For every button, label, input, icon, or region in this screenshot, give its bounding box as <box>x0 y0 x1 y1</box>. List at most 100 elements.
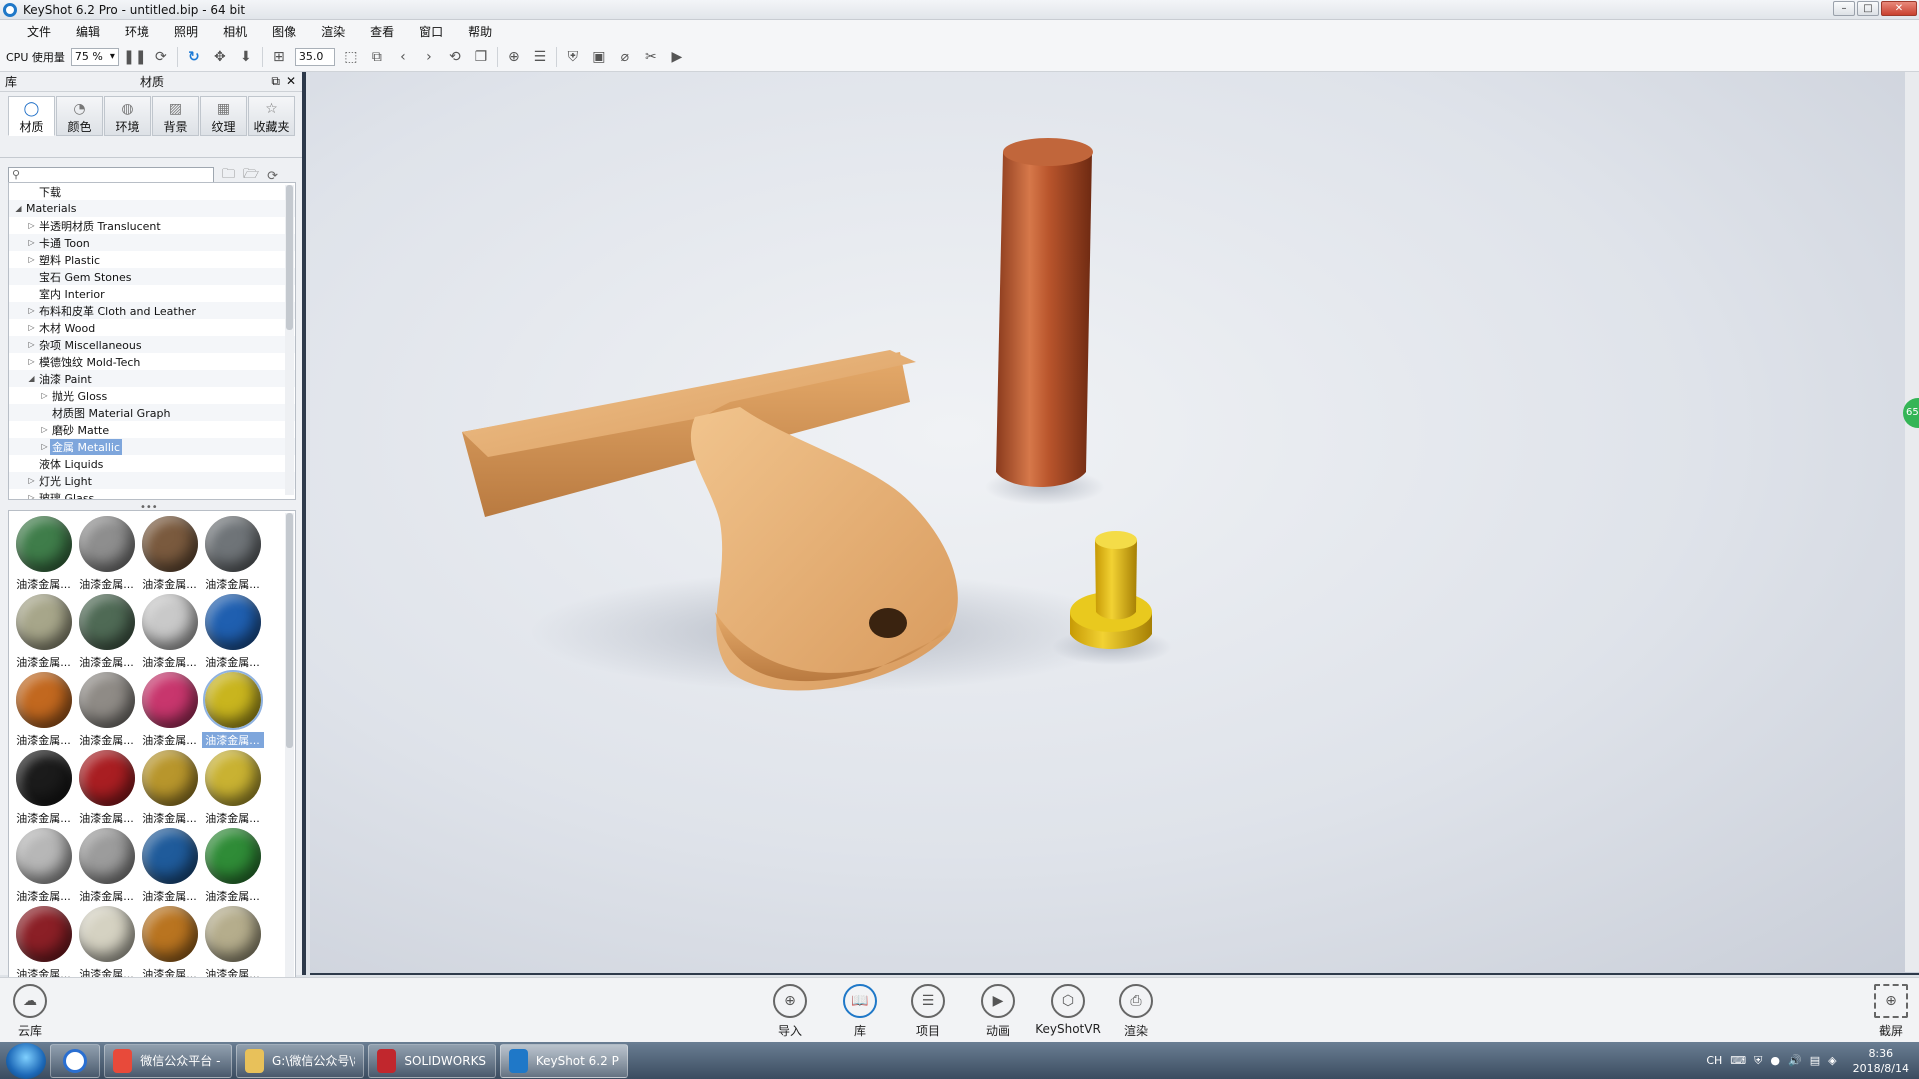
taskbar-app[interactable]: 微信公众平台 - 3... <box>104 1043 232 1078</box>
update-icon[interactable]: ◈ <box>1828 1054 1836 1067</box>
material-thumbnail[interactable]: 油漆金属... <box>138 748 201 826</box>
material-thumbnail[interactable]: 油漆金属... <box>12 904 75 982</box>
camera-next-icon[interactable]: › <box>419 47 439 67</box>
tree-item[interactable]: ▷ 杂项 Miscellaneous <box>9 336 295 353</box>
tree-item[interactable]: ▷ 半透明材质 Translucent <box>9 217 295 234</box>
expand-arrow-icon[interactable]: ▷ <box>26 306 37 315</box>
tab-backgrounds[interactable]: ▨ 背景 <box>152 96 199 136</box>
material-thumbnail[interactable]: 油漆金属... <box>138 592 201 670</box>
render-button[interactable]: ⎙ 渲染 <box>1106 984 1166 1039</box>
material-thumbnail[interactable]: 油漆金属... <box>12 670 75 748</box>
tree-item[interactable]: ▷ 玻璃 Glass <box>9 489 295 500</box>
fit-icon[interactable]: ✥ <box>210 47 230 67</box>
material-thumbnail[interactable]: 油漆金属... <box>75 904 138 982</box>
material-thumbnail[interactable]: 油漆金属... <box>12 748 75 826</box>
material-thumbnail[interactable]: 油漆金属... <box>75 748 138 826</box>
material-thumbnail[interactable]: 油漆金属... <box>201 514 264 592</box>
cpu-usage-select[interactable]: 75 % <box>70 47 119 66</box>
material-thumbnail[interactable]: 油漆金属... <box>12 592 75 670</box>
thumbnail-scrollbar[interactable] <box>285 513 294 1007</box>
material-thumbnail[interactable]: 油漆金属... <box>75 826 138 904</box>
material-thumbnail[interactable]: 油漆金属... <box>201 748 264 826</box>
screenshot-button[interactable]: ⊕ 截屏 <box>1866 984 1916 1039</box>
expand-arrow-icon[interactable]: ▷ <box>26 357 37 366</box>
render-viewport[interactable]: 65 <box>310 72 1919 975</box>
taskbar-pinned-app[interactable] <box>50 1043 100 1078</box>
taskbar-app[interactable]: G:\微信公众号\8-... <box>236 1043 364 1078</box>
tree-item[interactable]: ▷ 布料和皮革 Cloth and Leather <box>9 302 295 319</box>
menu-environment[interactable]: 环境 <box>112 23 161 40</box>
tree-item[interactable]: ◢ 油漆 Paint <box>9 370 295 387</box>
material-thumbnail[interactable]: 油漆金属... <box>12 826 75 904</box>
menu-window[interactable]: 窗口 <box>406 23 455 40</box>
minimize-button[interactable]: – <box>1833 1 1855 16</box>
drop-to-floor-icon[interactable]: ⬇ <box>236 47 256 67</box>
qq-icon[interactable]: ● <box>1770 1054 1780 1067</box>
tree-item[interactable]: ◢ Materials <box>9 200 295 217</box>
material-thumbnail[interactable]: 油漆金属... <box>12 514 75 592</box>
panel-close-icon[interactable]: ✕ <box>286 74 296 89</box>
tree-item[interactable]: 液体 Liquids <box>9 455 295 472</box>
expand-arrow-icon[interactable]: ▷ <box>26 323 37 332</box>
material-thumbnail[interactable]: 油漆金属... <box>138 670 201 748</box>
expand-arrow-icon[interactable]: ▷ <box>26 221 37 230</box>
expand-arrow-icon[interactable]: ▷ <box>39 391 50 400</box>
cloud-library-button[interactable]: ☁ 云库 <box>0 984 60 1039</box>
add-camera-icon[interactable]: ⊕ <box>504 47 524 67</box>
undock-icon[interactable]: ⧉ <box>271 74 280 89</box>
geometry-view-icon[interactable]: ⌀ <box>615 47 635 67</box>
tree-item[interactable]: ▷ 灯光 Light <box>9 472 295 489</box>
expand-arrow-icon[interactable]: ▷ <box>26 255 37 264</box>
material-thumbnail[interactable]: 油漆金属... <box>201 592 264 670</box>
material-thumbnail[interactable]: 油漆金属... <box>75 670 138 748</box>
tab-textures[interactable]: ▦ 纹理 <box>200 96 247 136</box>
tab-favorites[interactable]: ☆ 收藏夹 <box>248 96 295 136</box>
menu-image[interactable]: 图像 <box>259 23 308 40</box>
tree-item[interactable]: ▷ 金属 Metallic <box>9 438 295 455</box>
tree-scroll-thumb[interactable] <box>286 185 293 330</box>
tree-item[interactable]: 下载 <box>9 183 295 200</box>
refresh-lock-icon[interactable]: ⟳ <box>151 47 171 67</box>
shield-icon[interactable]: ⛨ <box>563 47 583 67</box>
import-button[interactable]: ⊕ 导入 <box>760 984 820 1039</box>
menu-file[interactable]: 文件 <box>14 23 63 40</box>
project-button[interactable]: ☰ 项目 <box>898 984 958 1039</box>
animation-button[interactable]: ▶ 动画 <box>968 984 1028 1039</box>
tree-item[interactable]: 宝石 Gem Stones <box>9 268 295 285</box>
keyshotvr-button[interactable]: ⬡ KeyShotVR <box>1035 984 1101 1036</box>
menu-help[interactable]: 帮助 <box>455 23 504 40</box>
material-thumbnail[interactable]: 油漆金属... <box>75 592 138 670</box>
menu-camera[interactable]: 相机 <box>210 23 259 40</box>
tree-item[interactable]: 材质图 Material Graph <box>9 404 295 421</box>
tree-scrollbar[interactable] <box>285 185 294 495</box>
tree-item[interactable]: ▷ 模德蚀纹 Mold-Tech <box>9 353 295 370</box>
menu-lighting[interactable]: 照明 <box>161 23 210 40</box>
reset-icon[interactable]: ↻ <box>184 47 204 67</box>
material-thumbnail[interactable]: 油漆金属... <box>201 826 264 904</box>
tab-materials[interactable]: ◯ 材质 <box>8 96 55 136</box>
menu-render[interactable]: 渲染 <box>308 23 357 40</box>
rotate-icon[interactable]: ⟲ <box>445 47 465 67</box>
camera-prev-icon[interactable]: ‹ <box>393 47 413 67</box>
network-icon[interactable]: ▤ <box>1810 1054 1820 1067</box>
zoom-region-icon[interactable]: ⧉ <box>367 47 387 67</box>
pause-icon[interactable]: ❚❚ <box>123 47 146 67</box>
tab-environments[interactable]: ◍ 环境 <box>104 96 151 136</box>
taskbar-app[interactable]: KeyShot 6.2 Pro... <box>500 1043 628 1078</box>
clock[interactable]: 8:36 2018/8/14 <box>1853 1046 1909 1076</box>
material-thumbnail[interactable]: 油漆金属... <box>138 514 201 592</box>
tree-item[interactable]: ▷ 磨砂 Matte <box>9 421 295 438</box>
material-thumbnail[interactable]: 油漆金属... <box>138 826 201 904</box>
tree-item[interactable]: ▷ 抛光 Gloss <box>9 387 295 404</box>
material-thumbnail[interactable]: 油漆金属... <box>75 514 138 592</box>
expand-arrow-icon[interactable]: ▷ <box>26 476 37 485</box>
expand-arrow-icon[interactable]: ▷ <box>26 238 37 247</box>
expand-arrow-icon[interactable]: ▷ <box>39 442 50 451</box>
material-thumbnail[interactable]: 油漆金属... <box>201 670 264 748</box>
tree-item[interactable]: ▷ 卡通 Toon <box>9 234 295 251</box>
viewport-scrollbar[interactable] <box>1905 72 1919 972</box>
tree-item[interactable]: 室内 Interior <box>9 285 295 302</box>
expand-arrow-icon[interactable]: ▷ <box>39 425 50 434</box>
grid-icon[interactable]: ⊞ <box>269 47 289 67</box>
expand-arrow-icon[interactable]: ▷ <box>26 493 37 499</box>
